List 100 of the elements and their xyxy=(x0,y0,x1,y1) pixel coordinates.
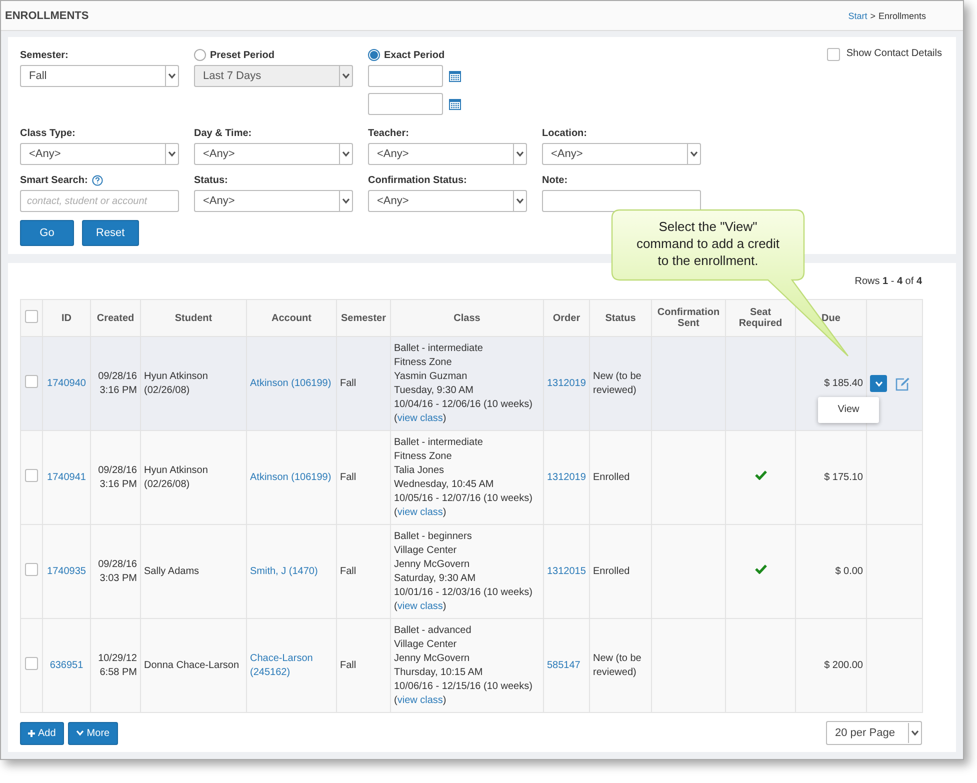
chevron-down-icon xyxy=(168,73,176,79)
chevron-down-icon xyxy=(516,198,524,204)
select-all-checkbox[interactable] xyxy=(25,310,38,323)
id-link[interactable]: 1740935 xyxy=(47,566,86,576)
paren: ) xyxy=(442,412,446,424)
column-header[interactable]: Student xyxy=(140,300,246,336)
class-detail: Ballet - advanced xyxy=(394,624,472,638)
help-icon[interactable] xyxy=(92,174,103,186)
row-checkbox[interactable] xyxy=(25,562,38,576)
column-header[interactable]: Class xyxy=(390,300,544,336)
column-header[interactable]: Account xyxy=(246,300,336,336)
radio-button[interactable] xyxy=(368,49,380,61)
due-amount: $ 0.00 xyxy=(835,566,863,576)
order-link[interactable]: 1312019 xyxy=(547,378,586,388)
created-date: 09/28/16 xyxy=(97,464,137,478)
id-link[interactable]: 636951 xyxy=(50,660,84,670)
go-button[interactable]: Go xyxy=(20,220,74,246)
account-link[interactable]: Smith, J (1470) xyxy=(250,564,333,578)
select-field[interactable]: <Any> xyxy=(542,143,701,165)
select-field[interactable]: <Any> xyxy=(194,143,353,165)
column-header[interactable]: Semester xyxy=(336,300,390,336)
class-detail: Tuesday, 9:30 AM xyxy=(394,384,474,398)
field-label: Semester: xyxy=(20,50,68,60)
calendar-icon[interactable] xyxy=(449,98,461,110)
table-row[interactable] xyxy=(20,430,922,524)
checkbox-label: Show Contact Details xyxy=(846,48,942,59)
chevron-down-icon xyxy=(874,380,882,386)
paren: ) xyxy=(442,600,446,612)
class-detail: 10/05/16 - 12/07/16 (10 weeks) xyxy=(394,492,534,506)
status-text: Enrolled xyxy=(593,472,630,482)
row-checkbox[interactable] xyxy=(25,468,38,482)
created-time: 6:58 PM xyxy=(98,666,137,680)
column-header[interactable]: Seat Required xyxy=(726,300,796,336)
page-size-select[interactable]: 20 per Page xyxy=(826,721,922,745)
semester-text: Fall xyxy=(340,472,356,482)
class-detail: Yasmin Guzman xyxy=(394,370,468,384)
semester-select[interactable]: Fall xyxy=(20,65,179,87)
paren: ) xyxy=(442,694,446,706)
radio-label: Exact Period xyxy=(384,50,445,60)
table-row[interactable] xyxy=(20,336,922,430)
view-class-link[interactable]: view class xyxy=(397,694,443,706)
select-field[interactable]: <Any> xyxy=(20,143,179,165)
edit-icon[interactable] xyxy=(895,376,910,390)
column-header[interactable]: Status xyxy=(590,300,652,336)
chevron-down-icon xyxy=(342,151,350,157)
field-label: Smart Search: xyxy=(20,174,88,186)
field-label: Day & Time: xyxy=(194,128,252,138)
student-name: Sally Adams xyxy=(144,566,200,576)
order-link[interactable]: 1312015 xyxy=(547,566,586,576)
input-field[interactable]: contact, student or account xyxy=(20,190,179,212)
id-link[interactable]: 1740941 xyxy=(47,472,86,482)
menu-item[interactable]: View xyxy=(818,401,879,419)
chevron-down-icon xyxy=(911,730,919,736)
select-field[interactable]: <Any> xyxy=(368,190,527,212)
actions-dropdown[interactable] xyxy=(870,375,887,392)
created-date: 09/28/16 xyxy=(97,558,137,572)
breadcrumb-link[interactable]: Start xyxy=(848,10,868,20)
paren: ( xyxy=(394,694,398,706)
class-detail: Village Center xyxy=(394,638,458,652)
student-name: Hyun Atkinson (02/26/08) xyxy=(144,370,208,396)
calendar-icon[interactable] xyxy=(449,70,461,82)
class-detail: Jenny McGovern xyxy=(394,652,471,666)
account-link[interactable]: Atkinson (106199) xyxy=(250,470,333,484)
row-checkbox[interactable] xyxy=(25,656,38,670)
status-text: New (to be reviewed) xyxy=(593,652,642,678)
select-field[interactable]: <Any> xyxy=(368,143,527,165)
date-field[interactable] xyxy=(368,65,443,87)
more-button[interactable]: More xyxy=(68,722,118,744)
account-link[interactable]: Atkinson (106199) xyxy=(250,376,333,390)
rows-count: Rows 1 - 4 of 4 xyxy=(854,276,922,287)
chevron-down-icon xyxy=(76,730,84,736)
column-header[interactable]: Created xyxy=(90,300,140,336)
select-field[interactable]: <Any> xyxy=(194,190,353,212)
add-button[interactable]: Add xyxy=(20,722,64,744)
field-label: Status: xyxy=(194,174,228,186)
column-header[interactable]: Order xyxy=(544,300,590,336)
date-field[interactable] xyxy=(368,93,443,115)
due-amount: $ 185.40 xyxy=(824,378,863,388)
view-class-link[interactable]: view class xyxy=(397,600,443,612)
class-detail: 10/01/16 - 12/03/16 (10 weeks) xyxy=(394,586,534,600)
order-link[interactable]: 585147 xyxy=(547,660,580,670)
table-row[interactable] xyxy=(20,618,922,712)
column-header[interactable]: ID xyxy=(42,300,90,336)
paren: ( xyxy=(394,506,398,518)
checkbox[interactable] xyxy=(827,48,840,61)
view-class-link[interactable]: view class xyxy=(397,412,443,424)
paren: ) xyxy=(442,506,446,518)
id-link[interactable]: 1740940 xyxy=(47,378,86,388)
semester-text: Fall xyxy=(340,660,356,670)
order-link[interactable]: 1312019 xyxy=(547,472,586,482)
class-detail: Ballet - intermediate xyxy=(394,342,484,356)
created-date: 09/28/16 xyxy=(97,370,137,384)
created-time: 3:03 PM xyxy=(98,572,137,586)
row-checkbox[interactable] xyxy=(25,374,38,388)
field-label: Teacher: xyxy=(368,128,409,138)
input-field[interactable] xyxy=(542,190,701,212)
chevron-down-icon xyxy=(690,151,698,157)
reset-button[interactable]: Reset xyxy=(82,220,139,246)
column-header[interactable]: Confirmation Sent xyxy=(652,300,726,336)
view-class-link[interactable]: view class xyxy=(397,506,443,518)
